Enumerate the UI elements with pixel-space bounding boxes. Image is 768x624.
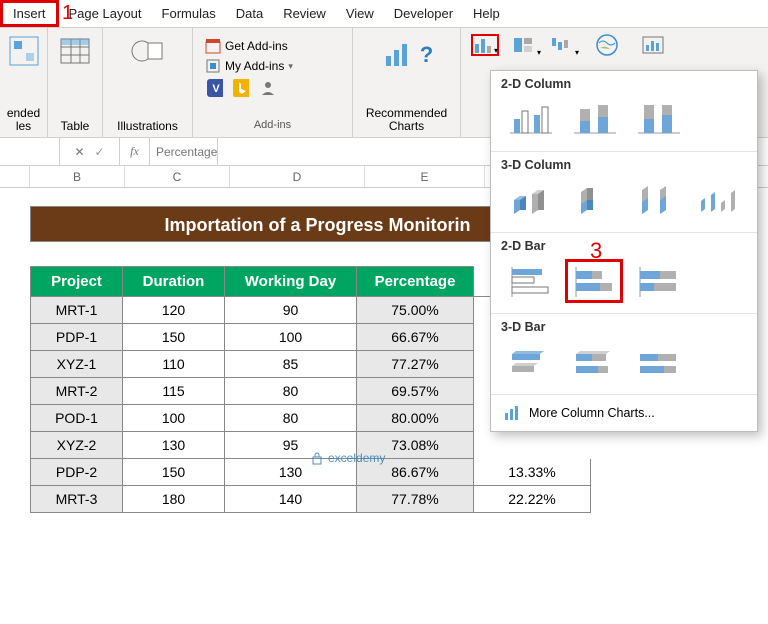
- hdr-working-day: Working Day: [225, 267, 357, 297]
- maps-button[interactable]: [593, 34, 621, 56]
- visio-icon[interactable]: V: [207, 80, 223, 96]
- section-2d-bar: 2-D Bar: [491, 233, 757, 255]
- stacked-bar-icon[interactable]: [565, 259, 623, 303]
- table-row: MRT-318014077.78%22.22%: [31, 486, 591, 513]
- pivot-icon: [5, 32, 43, 70]
- col-E[interactable]: E: [365, 166, 485, 187]
- fx-icon[interactable]: fx: [120, 138, 150, 165]
- get-addins-label: Get Add-ins: [225, 39, 288, 53]
- chart-icon: [503, 405, 521, 421]
- col-A[interactable]: [0, 166, 30, 187]
- col-C[interactable]: C: [125, 166, 230, 187]
- my-addins-button[interactable]: My Add-ins ▾: [201, 56, 344, 76]
- tab-help[interactable]: Help: [463, 0, 510, 27]
- watermark: exceldemy: [310, 451, 385, 465]
- tab-view[interactable]: View: [336, 0, 384, 27]
- group-illustrations[interactable]: Illustrations: [103, 28, 193, 137]
- tab-review[interactable]: Review: [273, 0, 336, 27]
- annotation-1: 1: [62, 2, 73, 25]
- annotation-3: 3: [590, 238, 602, 264]
- pivot-chart-button[interactable]: [639, 34, 667, 56]
- hdr-duration: Duration: [123, 267, 225, 297]
- store-icon: [205, 38, 221, 54]
- clustered-bar-icon[interactable]: [501, 259, 559, 303]
- group-addins: Get Add-ins My Add-ins ▾ V Add-ins: [193, 28, 353, 137]
- insert-column-chart-button[interactable]: ▾: [471, 34, 499, 56]
- chart-type-dropdown: 2-D Column 3-D Column 2-D Bar 3-D Bar Mo…: [490, 70, 758, 432]
- people-icon[interactable]: [259, 80, 275, 96]
- name-box[interactable]: [0, 138, 60, 165]
- ribbon-tabs: Insert 1 Page Layout Formulas Data Revie…: [0, 0, 768, 28]
- col-D[interactable]: D: [230, 166, 365, 187]
- formula-value[interactable]: Percentage: [150, 138, 218, 165]
- 3d-clustered-bar-icon[interactable]: [501, 340, 559, 384]
- more-column-charts[interactable]: More Column Charts...: [491, 394, 757, 431]
- chevron-down-icon: ▾: [288, 61, 293, 72]
- pivot-label: ended les: [7, 107, 40, 133]
- section-3d-bar: 3-D Bar: [491, 314, 757, 336]
- insert-hierarchy-chart-button[interactable]: ▾: [509, 34, 537, 56]
- table-icon: [56, 32, 94, 70]
- confirm-icon[interactable]: ✓: [95, 145, 105, 159]
- section-3d-column: 3-D Column: [491, 152, 757, 174]
- addins-group-label: Add-ins: [201, 119, 344, 133]
- insert-waterfall-chart-button[interactable]: ▾: [547, 34, 575, 56]
- my-addins-label: My Add-ins: [225, 59, 284, 73]
- stacked100-bar-icon[interactable]: [629, 259, 687, 303]
- get-addins-button[interactable]: Get Add-ins: [201, 36, 344, 56]
- question-icon: ?: [420, 42, 433, 68]
- group-table[interactable]: Table: [48, 28, 103, 137]
- tab-insert[interactable]: Insert: [0, 0, 59, 27]
- table-label: Table: [61, 120, 90, 133]
- tab-developer[interactable]: Developer: [384, 0, 463, 27]
- tab-data[interactable]: Data: [226, 0, 273, 27]
- 3d-column-icon[interactable]: [690, 178, 747, 222]
- col-B[interactable]: B: [30, 166, 125, 187]
- group-rec-charts[interactable]: ? Recommended Charts: [353, 28, 461, 137]
- rec-charts-label: Recommended Charts: [366, 107, 447, 133]
- rec-charts-icon: [380, 36, 418, 74]
- bing-icon[interactable]: [233, 80, 249, 96]
- stacked100-column-icon[interactable]: [629, 97, 687, 141]
- more-charts-label: More Column Charts...: [529, 406, 655, 420]
- group-recommended-pivot[interactable]: ended les: [0, 28, 48, 137]
- svg-text:V: V: [212, 83, 220, 95]
- addins-icon: [205, 58, 221, 74]
- illustrations-icon: [129, 32, 167, 70]
- 3d-stacked100-bar-icon[interactable]: [629, 340, 687, 384]
- hdr-percentage: Percentage: [357, 267, 474, 297]
- section-2d-column: 2-D Column: [491, 71, 757, 93]
- 3d-stacked-bar-icon[interactable]: [565, 340, 623, 384]
- stacked-column-icon[interactable]: [565, 97, 623, 141]
- 3d-stacked100-column-icon[interactable]: [627, 178, 684, 222]
- cancel-icon[interactable]: ✕: [74, 145, 84, 159]
- clustered-column-icon[interactable]: [501, 97, 559, 141]
- 3d-clustered-column-icon[interactable]: [501, 178, 558, 222]
- hdr-project: Project: [31, 267, 123, 297]
- tab-formulas[interactable]: Formulas: [152, 0, 226, 27]
- illustrations-label: Illustrations: [117, 120, 178, 133]
- 3d-stacked-column-icon[interactable]: [564, 178, 621, 222]
